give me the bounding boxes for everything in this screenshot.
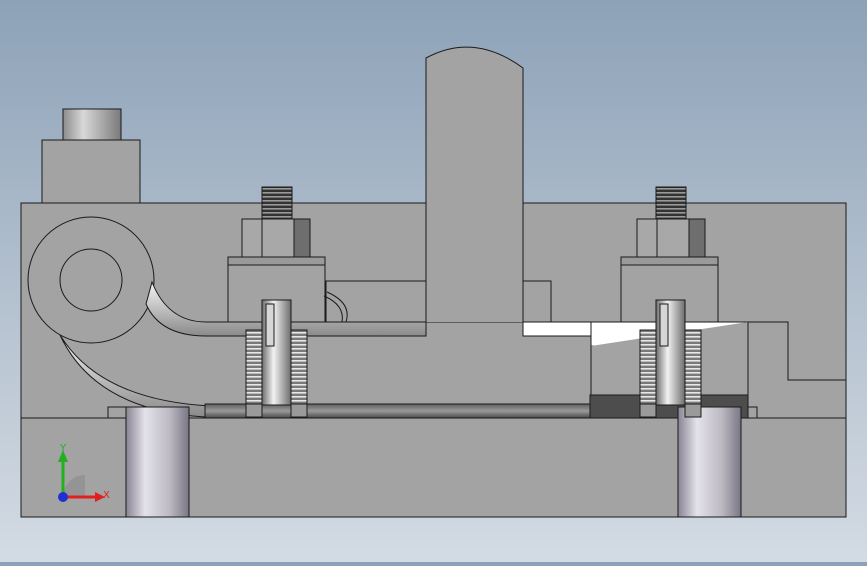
- assembly-section-view: Y X: [20, 46, 847, 518]
- strip-bar: [204, 403, 591, 419]
- guide-pin-right: [677, 406, 742, 518]
- y-axis-label: Y: [59, 443, 67, 454]
- vertical-punch: [425, 46, 524, 322]
- stripper-plate-right: [522, 280, 552, 323]
- pivot-pin: [59, 248, 123, 312]
- guide-pin-left: [125, 406, 190, 518]
- z-axis-dot: [58, 492, 68, 502]
- slot-right-of-punch: [522, 321, 592, 337]
- x-axis-label: X: [103, 490, 110, 501]
- threaded-stud-left: [261, 186, 293, 220]
- hex-nut-left: [227, 218, 326, 266]
- cad-viewport[interactable]: Y X: [0, 0, 867, 562]
- threaded-stud-right: [655, 186, 687, 220]
- top-left-boss: [41, 139, 141, 204]
- top-left-cap: [62, 108, 122, 141]
